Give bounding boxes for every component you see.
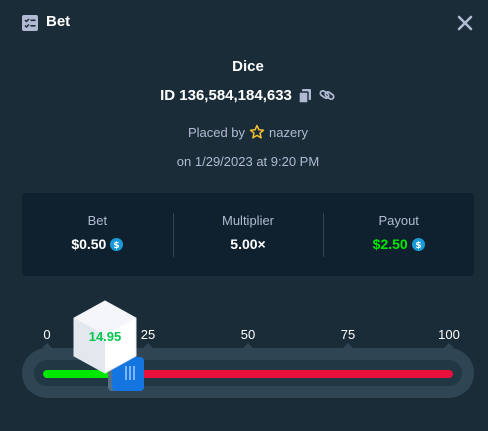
bet-date: on 1/29/2023 at 9:20 PM (176, 154, 320, 169)
roll-result: 14.95 (88, 329, 122, 344)
currency-coin-icon: $ (411, 237, 425, 251)
game-name: Dice (232, 58, 264, 75)
payout-value: $2.50 (372, 236, 408, 252)
bet-id-row: ID 136,584,184,633 (0, 86, 488, 104)
star-icon (249, 124, 265, 139)
lose-range-bar (124, 370, 453, 378)
stat-bet: Bet $0.50 $ (22, 193, 173, 276)
tick-label-75: 75 (340, 327, 356, 342)
tick-label-50: 50 (240, 327, 256, 342)
bet-value-row: $0.50 $ (22, 236, 173, 252)
username[interactable]: nazery (269, 125, 308, 140)
bet-label: Bet (87, 213, 108, 228)
placed-by-row: Placed by nazery (0, 124, 488, 140)
bet-value: $0.50 (71, 236, 107, 252)
modal-header: Bet (0, 0, 488, 44)
bet-id: ID 136,584,184,633 (160, 86, 292, 104)
bet-stats-panel: Bet $0.50 $ Multiplier 5.00× Payout $2.5… (22, 193, 474, 276)
tick-label-0: 0 (43, 327, 51, 342)
payout-value-row: $2.50 $ (323, 236, 474, 252)
svg-text:$: $ (415, 241, 421, 251)
copy-icon[interactable] (296, 86, 314, 104)
stat-multiplier: Multiplier 5.00× (172, 193, 324, 276)
stat-payout: Payout $2.50 $ (323, 193, 474, 276)
tick-label-100: 100 (438, 327, 460, 342)
link-icon[interactable] (318, 86, 336, 104)
modal-title: Bet (46, 13, 71, 30)
dice-slider: 0 25 50 75 100 14.95 (0, 300, 488, 431)
multiplier-label: Multiplier (222, 213, 275, 228)
payout-label: Payout (378, 213, 419, 228)
bet-list-icon (22, 15, 38, 31)
multiplier-value: 5.00× (230, 236, 266, 252)
tick-label-25: 25 (140, 327, 156, 342)
placed-by-label: Placed by (187, 124, 246, 140)
svg-text:$: $ (114, 241, 120, 251)
currency-coin-icon: $ (110, 237, 124, 251)
close-icon[interactable] (456, 14, 474, 32)
multiplier-value-row: 5.00× (173, 236, 324, 252)
